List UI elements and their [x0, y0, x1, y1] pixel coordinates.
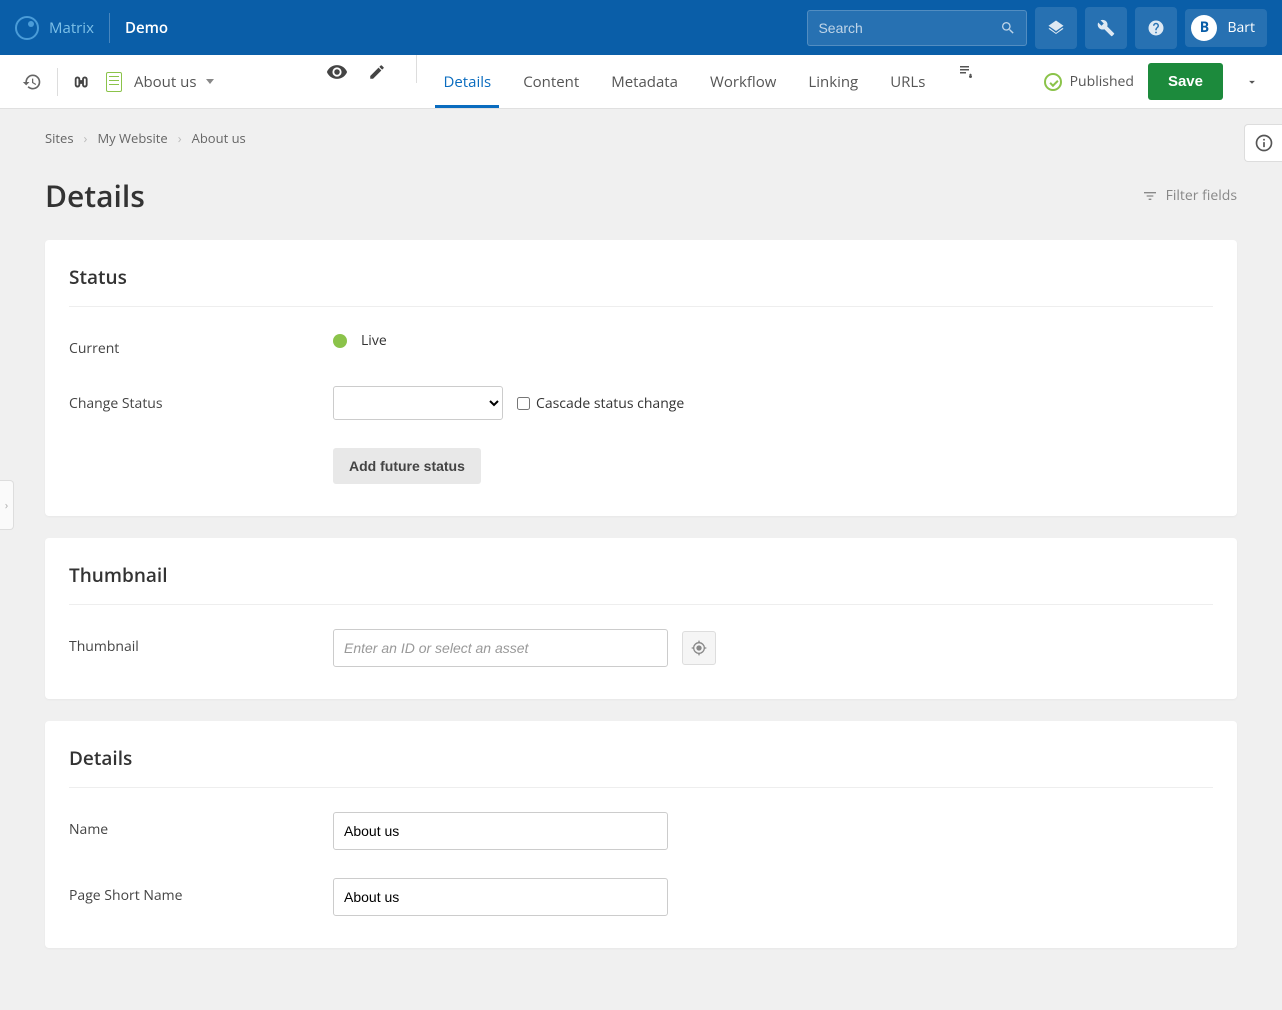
add-future-status-button[interactable]: Add future status [333, 448, 481, 484]
asset-dropdown-caret[interactable] [206, 79, 214, 84]
filter-icon [1142, 188, 1158, 204]
status-card-title: Status [69, 264, 1213, 307]
side-panel-toggle[interactable]: › [0, 480, 14, 530]
status-card: Status Current Live Change Status Cascad… [45, 240, 1237, 516]
help-icon [1147, 19, 1165, 37]
tab-bar: Details Content Metadata Workflow Linkin… [320, 55, 983, 108]
save-button[interactable]: Save [1148, 63, 1223, 100]
change-status-select[interactable] [333, 386, 503, 420]
asset-title[interactable]: About us [134, 72, 196, 92]
avatar: B [1191, 15, 1217, 41]
binoculars-button[interactable] [66, 65, 100, 99]
layers-button[interactable] [1035, 7, 1077, 49]
binoculars-icon [72, 71, 94, 93]
tab-linking[interactable]: Linking [792, 55, 874, 108]
wrench-icon [1097, 19, 1115, 37]
thumbnail-input[interactable] [333, 629, 668, 667]
tab-metadata[interactable]: Metadata [595, 55, 694, 108]
filter-fields-button[interactable]: Filter fields [1142, 186, 1237, 205]
logo-icon [15, 16, 39, 40]
page-title: Details [45, 175, 145, 216]
cascade-label-text: Cascade status change [536, 394, 684, 413]
tab-urls[interactable]: URLs [874, 55, 941, 108]
details-card-title: Details [69, 745, 1213, 788]
current-status-value: Live [361, 331, 387, 350]
pencil-icon [368, 63, 386, 81]
thumbnail-card-title: Thumbnail [69, 562, 1213, 605]
name-input[interactable] [333, 812, 668, 850]
page-type-icon [106, 72, 122, 92]
details-card: Details Name Page Short Name [45, 721, 1237, 948]
eye-icon [326, 61, 348, 83]
cascade-checkbox-label[interactable]: Cascade status change [517, 394, 684, 413]
breadcrumb-item[interactable]: Sites [45, 129, 74, 147]
breadcrumb-item[interactable]: My Website [97, 129, 167, 147]
tab-details[interactable]: Details [427, 55, 507, 108]
filter-fields-label: Filter fields [1166, 186, 1237, 205]
history-icon [22, 72, 42, 92]
name-label: Name [69, 812, 333, 839]
info-icon [1254, 133, 1274, 153]
toolbar: About us Details Content Metadata Workfl… [0, 55, 1282, 109]
header-divider [109, 13, 110, 43]
thumbnail-label: Thumbnail [69, 629, 333, 656]
thumbnail-card: Thumbnail Thumbnail [45, 538, 1237, 699]
current-status-label: Current [69, 331, 333, 358]
cascade-checkbox[interactable] [517, 397, 530, 410]
publish-status: Published [1044, 72, 1134, 91]
status-dot-icon [333, 334, 347, 348]
save-dropdown[interactable] [1237, 63, 1267, 101]
history-button[interactable] [15, 65, 49, 99]
user-name: Bart [1227, 18, 1255, 37]
site-name[interactable]: Demo [125, 18, 168, 38]
screens-icon [957, 63, 975, 81]
breadcrumb-sep: › [178, 129, 182, 147]
info-panel-toggle[interactable] [1244, 124, 1282, 162]
published-icon [1044, 73, 1062, 91]
breadcrumb: Sites › My Website › About us [45, 129, 1237, 147]
main-content: Sites › My Website › About us Details Fi… [0, 109, 1282, 1010]
search-icon [1000, 20, 1016, 36]
breadcrumb-item[interactable]: About us [192, 129, 246, 147]
breadcrumb-sep: › [84, 129, 88, 147]
tab-workflow[interactable]: Workflow [694, 55, 792, 108]
change-status-label: Change Status [69, 386, 333, 413]
more-screens-button[interactable] [949, 55, 983, 89]
short-name-label: Page Short Name [69, 878, 333, 905]
edit-button[interactable] [360, 55, 394, 89]
publish-status-label: Published [1070, 72, 1134, 91]
tools-button[interactable] [1085, 7, 1127, 49]
search-input[interactable] [818, 20, 1000, 36]
short-name-input[interactable] [333, 878, 668, 916]
app-header: Matrix Demo B Bart [0, 0, 1282, 55]
brand-label: Matrix [49, 18, 94, 38]
asset-picker-button[interactable] [682, 631, 716, 665]
chevron-down-icon [1245, 75, 1259, 89]
search-box[interactable] [807, 10, 1027, 46]
target-icon [691, 640, 707, 656]
tab-content[interactable]: Content [507, 55, 595, 108]
layers-icon [1047, 19, 1065, 37]
user-menu[interactable]: B Bart [1185, 9, 1267, 47]
preview-button[interactable] [320, 55, 354, 89]
help-button[interactable] [1135, 7, 1177, 49]
